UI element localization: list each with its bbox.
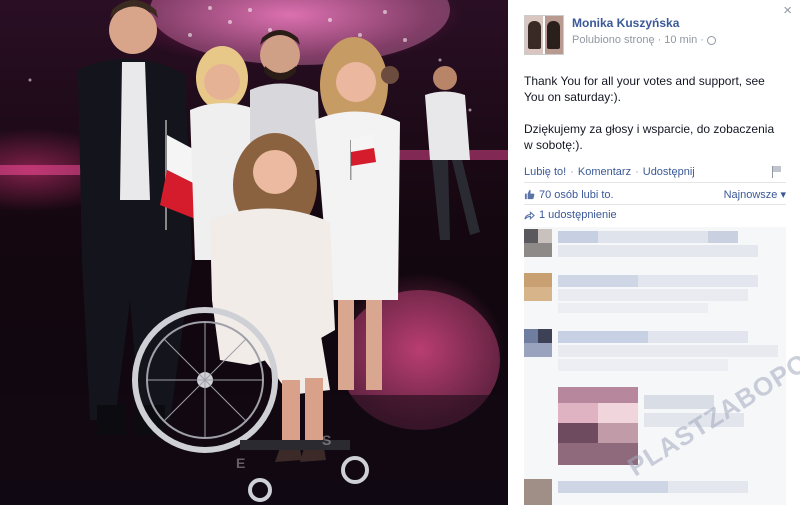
dot-separator: ·: [635, 166, 639, 178]
avatar[interactable]: [524, 15, 564, 55]
svg-text:S: S: [322, 432, 331, 448]
post-subtitle: Polubiono stronę · 10 min ·: [572, 34, 716, 46]
sort-dropdown[interactable]: Najnowsze ▾: [724, 188, 786, 201]
post-panel: × Monika Kuszyńska Polubiono stronę · 10…: [508, 0, 800, 505]
dot-separator: ·: [570, 166, 574, 178]
shares-count: 1 udostępnienie: [539, 209, 617, 221]
post-text: Thank You for all your votes and support…: [524, 73, 786, 169]
post-paragraph-en: Thank You for all your votes and support…: [524, 74, 765, 104]
share-button[interactable]: Udostępnij: [643, 166, 695, 178]
post-paragraph-pl: Dziękujemy za głosy i wsparcie, do zobac…: [524, 122, 775, 152]
likes-count: 70 osób lubi to.: [539, 188, 614, 201]
post-photo[interactable]: E S: [0, 0, 508, 505]
photo-scene: E S: [0, 0, 508, 505]
flag-icon[interactable]: [772, 166, 782, 178]
thumbs-up-icon: [524, 189, 535, 200]
post-meta: Monika Kuszyńska Polubiono stronę · 10 m…: [572, 15, 716, 55]
comment-button[interactable]: Komentarz: [578, 166, 631, 178]
dot-separator: ·: [657, 34, 662, 46]
author-name[interactable]: Monika Kuszyńska: [572, 16, 716, 30]
close-icon[interactable]: ×: [783, 2, 792, 19]
likes-row: 70 osób lubi to. Najnowsze ▾: [524, 188, 786, 201]
divider: [524, 204, 786, 205]
shares-link[interactable]: 1 udostępnienie: [524, 209, 617, 221]
post-header: Monika Kuszyńska Polubiono stronę · 10 m…: [524, 15, 716, 55]
globe-icon[interactable]: [706, 35, 716, 45]
share-icon: [524, 210, 535, 220]
post-actions: Lubię to! · Komentarz · Udostępnij: [524, 166, 695, 178]
post-time[interactable]: 10 min: [664, 34, 697, 46]
page-liked-label: Polubiono stronę: [572, 34, 655, 46]
divider: [524, 182, 786, 183]
svg-text:E: E: [236, 455, 245, 471]
like-button[interactable]: Lubię to!: [524, 166, 566, 178]
comments-list: [524, 227, 786, 505]
dot-separator: ·: [700, 34, 704, 46]
likes-count-link[interactable]: 70 osób lubi to.: [524, 189, 614, 201]
